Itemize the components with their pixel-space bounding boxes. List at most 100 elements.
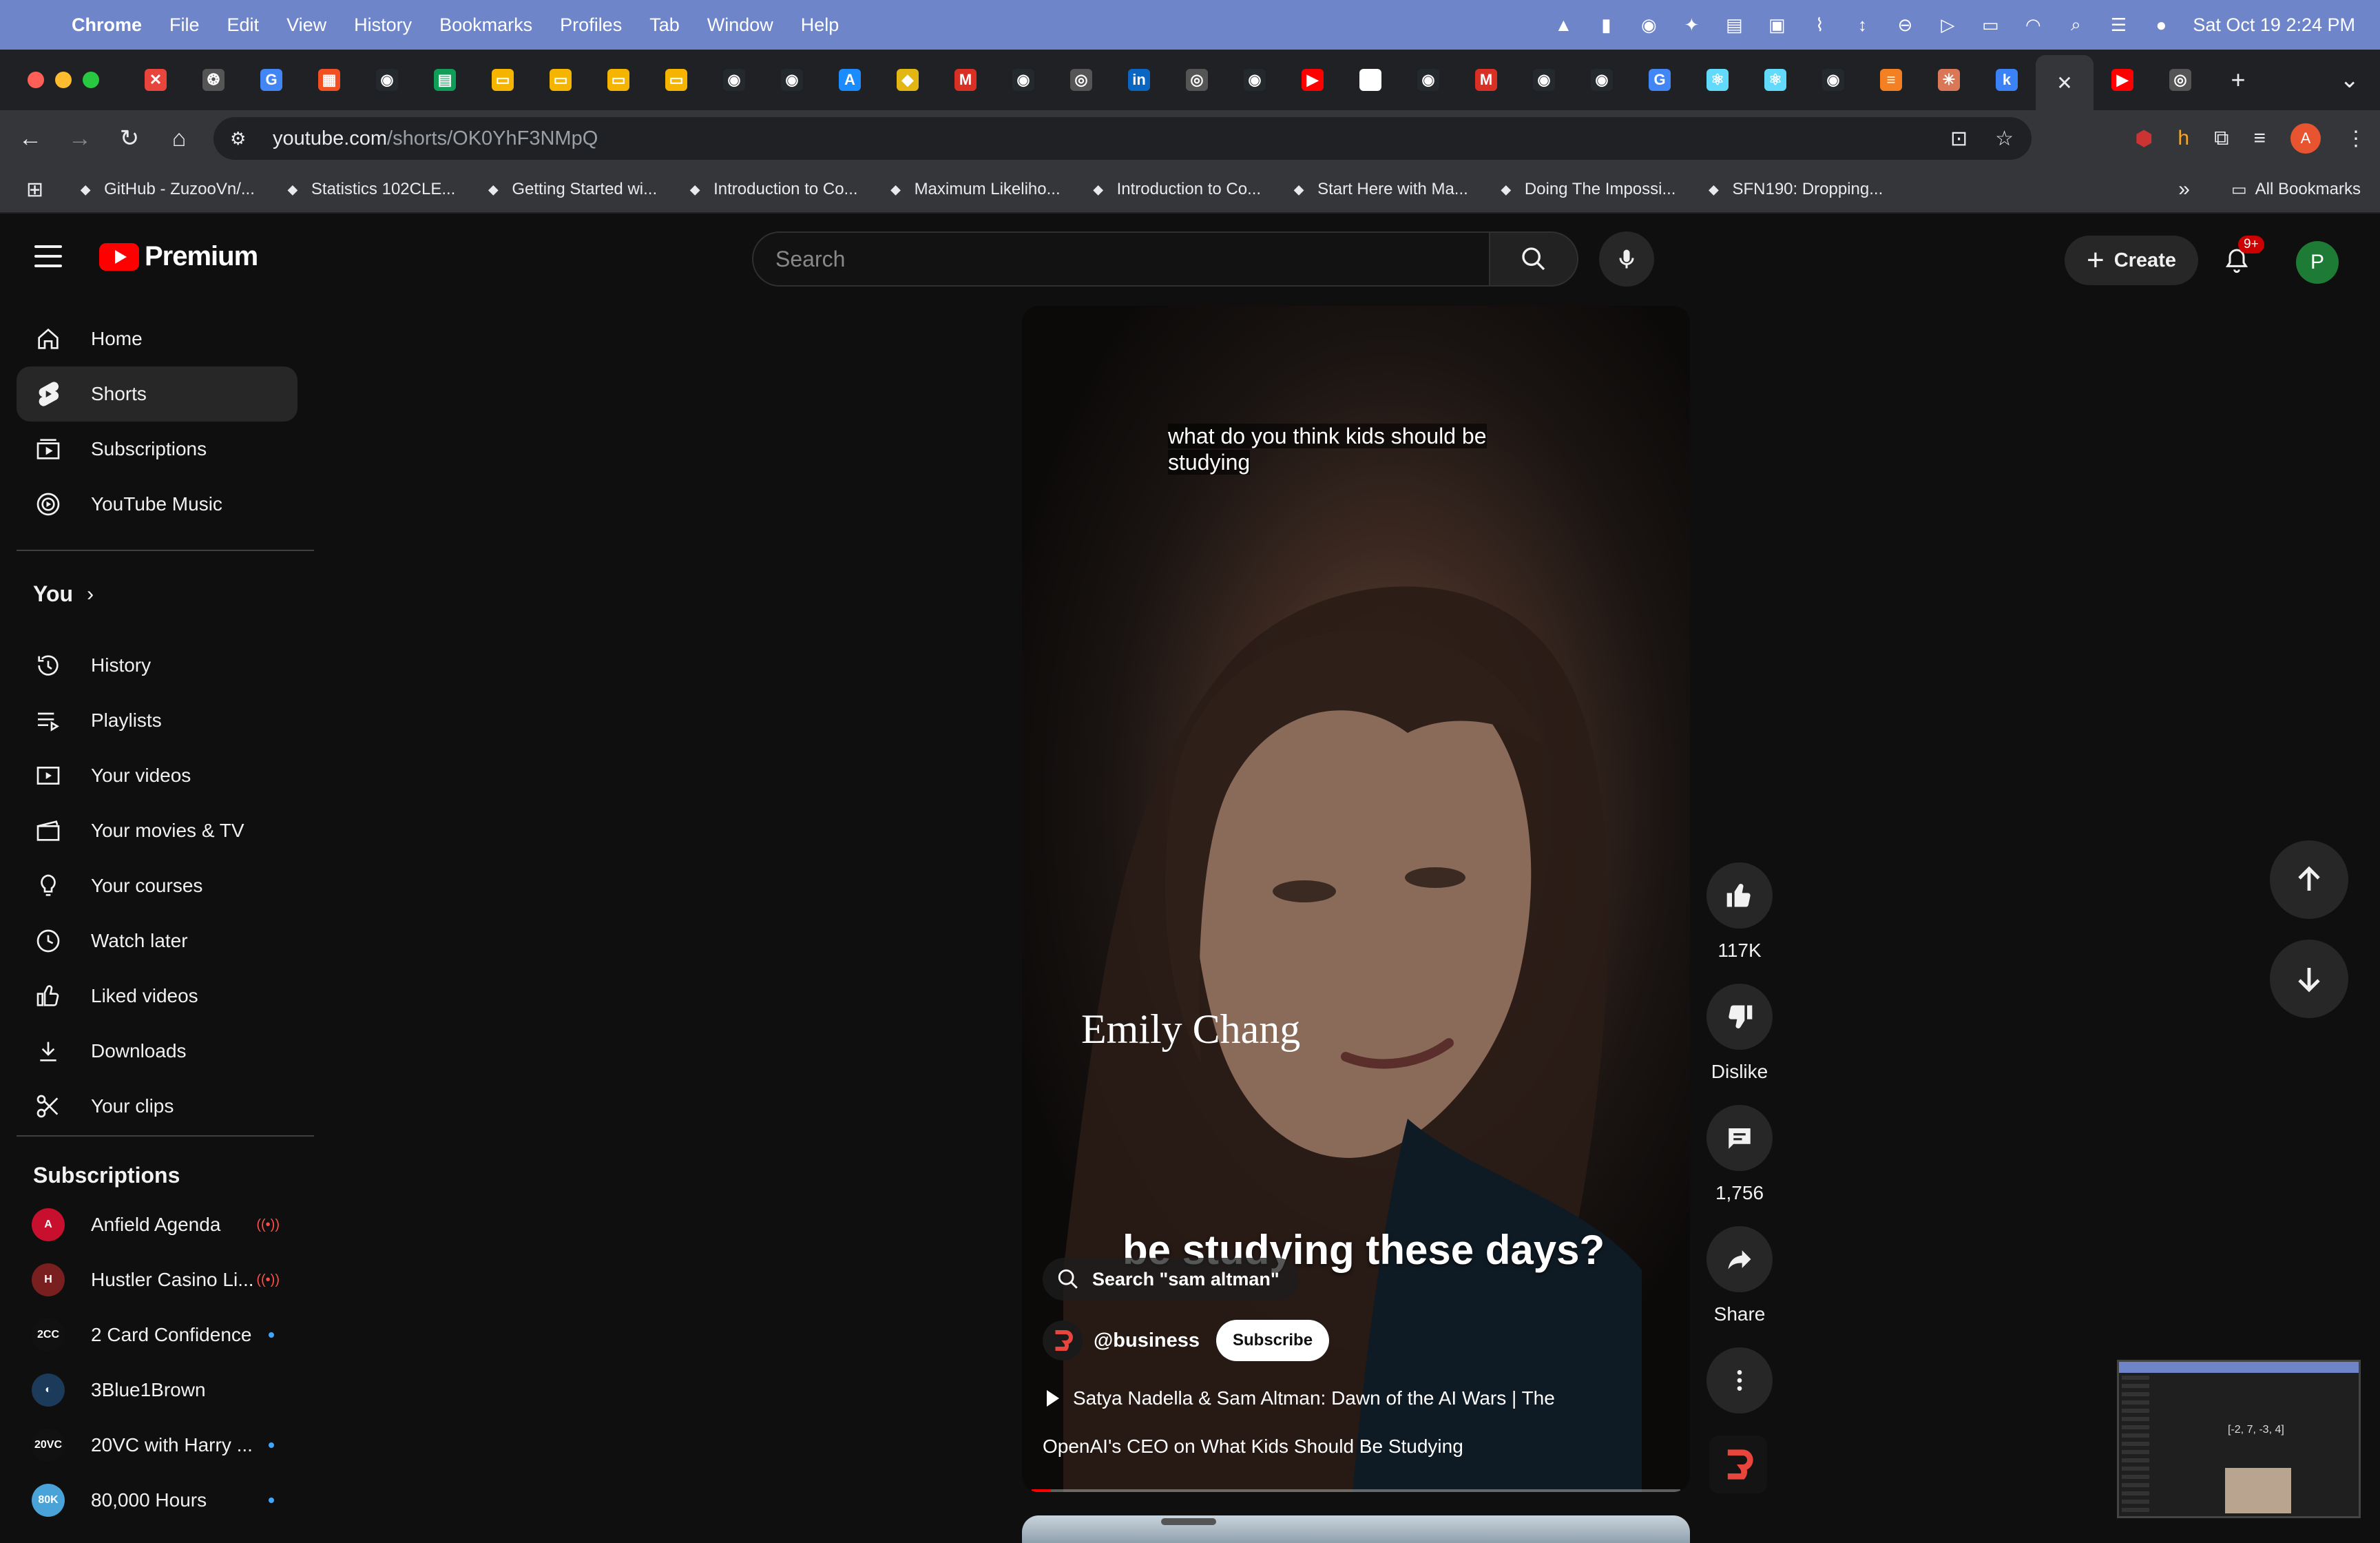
site-info-icon[interactable]: ⚙ [230, 128, 258, 149]
bookmark-item[interactable]: ◆ Introduction to Co... [1088, 179, 1261, 200]
tab[interactable]: ≡ [1862, 56, 1920, 104]
extensions-puzzle-icon[interactable]: ⧉ [2214, 127, 2228, 150]
bookmark-item[interactable]: ◆ Getting Started wi... [483, 179, 657, 200]
tab[interactable]: ❂ [185, 56, 242, 104]
tab[interactable]: ◎ [1052, 56, 1110, 104]
tab[interactable]: ◉ [1573, 56, 1631, 104]
tab[interactable]: ◉ [1399, 56, 1457, 104]
reload-button[interactable]: ↻ [105, 114, 154, 163]
sidebar-item-home[interactable]: Home [17, 311, 298, 366]
spotlight-search-icon[interactable]: ⌕ [2065, 14, 2087, 36]
tab[interactable]: ◉ [1515, 56, 1573, 104]
sidebar-item-history[interactable]: History [17, 638, 298, 693]
related-video-link[interactable]: Satya Nadella & Sam Altman: Dawn of the … [1047, 1387, 1555, 1409]
address-bar[interactable]: ⚙ youtube.com/shorts/OK0YhF3NMpQ ⊡ ☆ [213, 117, 2032, 160]
active-tab[interactable]: ✕ [2036, 55, 2094, 110]
bookmark-item[interactable]: ◆ Doing The Impossi... [1496, 179, 1676, 200]
like-button[interactable]: 117K [1705, 862, 1774, 962]
tab[interactable]: ✕ [127, 56, 185, 104]
vectorworks-icon[interactable]: ▲ [1552, 14, 1574, 36]
menubar-clock[interactable]: Sat Oct 19 2:24 PM [2193, 14, 2355, 36]
apps-grid-icon[interactable]: ⊞ [26, 178, 43, 202]
subscribe-button[interactable]: Subscribe [1216, 1320, 1330, 1361]
close-window-button[interactable] [28, 72, 44, 88]
bookmarks-overflow-button[interactable]: » [2178, 178, 2190, 201]
tab[interactable]: ⚛ [1689, 56, 1746, 104]
tab[interactable]: ▭ [647, 56, 705, 104]
search-button[interactable] [1490, 231, 1578, 287]
tab[interactable]: ◉ [1226, 56, 1284, 104]
bookmark-item[interactable]: ◆ Start Here with Ma... [1288, 179, 1468, 200]
profile-avatar[interactable]: A [2290, 123, 2321, 154]
minimize-window-button[interactable] [55, 72, 72, 88]
control-center-icon[interactable]: ☰ [2107, 14, 2129, 36]
sidebar-item-liked-videos[interactable]: Liked videos [17, 969, 298, 1024]
progress-bar[interactable] [1032, 1489, 1680, 1492]
app-menu-chrome[interactable]: Chrome [72, 14, 142, 36]
tab[interactable]: ▤ [416, 56, 474, 104]
ublock-icon[interactable]: ⬢ [2135, 127, 2153, 151]
forward-button[interactable]: → [55, 114, 105, 163]
honey-icon[interactable]: h [2178, 127, 2189, 150]
tab[interactable]: ▦ [300, 56, 358, 104]
paperclip-icon[interactable]: ⌇ [1808, 14, 1830, 36]
sidebar-item-downloads[interactable]: Downloads [17, 1024, 298, 1079]
zoom-icon[interactable]: ◉ [1638, 14, 1660, 36]
tab[interactable]: in [1110, 56, 1168, 104]
bookmark-item[interactable]: ◆ Introduction to Co... [685, 179, 857, 200]
menu-help[interactable]: Help [801, 14, 839, 36]
all-bookmarks-button[interactable]: ▭ All Bookmarks [2231, 180, 2361, 200]
sidebar-item-shorts[interactable]: Shorts [17, 366, 298, 422]
play-circle-icon[interactable]: ▷ [1937, 14, 1959, 36]
bookmark-item[interactable]: ◆ Maximum Likeliho... [886, 179, 1061, 200]
subscription-item-20vc[interactable]: 20VC 20VC with Harry ... [17, 1418, 298, 1473]
channel-avatar[interactable] [1043, 1321, 1083, 1360]
dislike-button[interactable]: Dislike [1705, 984, 1774, 1083]
battery-icon[interactable]: ▭ [1979, 14, 2001, 36]
shorts-player[interactable]: what do you think kids should be studyin… [1022, 306, 1690, 1492]
istat-icon[interactable]: ▮ [1595, 14, 1617, 36]
sidebar-item-your-videos[interactable]: Your videos [17, 748, 298, 803]
sync-icon[interactable]: ↕ [1851, 14, 1873, 36]
tool-icon[interactable]: ✦ [1680, 14, 1702, 36]
tab[interactable]: ◉ [994, 56, 1052, 104]
menu-window[interactable]: Window [707, 14, 773, 36]
subscription-item-2-card-confidence[interactable]: 2CC 2 Card Confidence [17, 1307, 298, 1363]
voice-search-button[interactable] [1599, 231, 1654, 287]
tab[interactable]: G [1631, 56, 1689, 104]
zoom-window-button[interactable] [83, 72, 99, 88]
previous-short-button[interactable] [2270, 840, 2348, 919]
tab[interactable]: ◉ [1804, 56, 1862, 104]
menu-profiles[interactable]: Profiles [560, 14, 622, 36]
share-button[interactable]: Share [1705, 1226, 1774, 1325]
tab[interactable]: G [242, 56, 300, 104]
tab[interactable]: k [1978, 56, 2036, 104]
image-capture-icon[interactable]: ▣ [1766, 14, 1788, 36]
comments-button[interactable]: 1,756 [1705, 1105, 1774, 1204]
sidebar-item-playlists[interactable]: Playlists [17, 693, 298, 748]
menu-tab[interactable]: Tab [649, 14, 680, 36]
tab[interactable]: ◎ [2151, 56, 2209, 104]
bookmark-item[interactable]: ◆ Statistics 102CLE... [282, 179, 455, 200]
youtube-premium-logo[interactable]: Premium [99, 241, 258, 272]
bookmark-item[interactable]: ◆ SFN190: Dropping... [1703, 179, 1883, 200]
sidebar-item-youtube-music[interactable]: YouTube Music [17, 477, 298, 532]
tab[interactable]: M [937, 56, 994, 104]
sound-source-thumbnail[interactable] [1709, 1436, 1767, 1493]
tab[interactable]: ✳ [1920, 56, 1978, 104]
tab[interactable]: ◆ [879, 56, 937, 104]
subscription-item-hustler-casino[interactable]: H Hustler Casino Li... ((•)) [17, 1252, 298, 1307]
next-short-preview[interactable] [1022, 1515, 1690, 1543]
install-app-icon[interactable]: ⊡ [1950, 127, 1967, 151]
bookmark-item[interactable]: ◆ GitHub - ZuzooVn/... [75, 179, 255, 200]
short-title[interactable]: OpenAI's CEO on What Kids Should Be Stud… [1043, 1436, 1463, 1458]
search-suggestion-chip[interactable]: Search "sam altman" [1043, 1258, 1299, 1301]
menu-file[interactable]: File [169, 14, 200, 36]
focus-icon[interactable]: ⊖ [1894, 14, 1916, 36]
home-button[interactable]: ⌂ [154, 114, 204, 163]
drag-handle[interactable] [1161, 1518, 1216, 1525]
tab[interactable]: ◎ [1168, 56, 1226, 104]
back-button[interactable]: ← [6, 114, 55, 163]
clipboard-icon[interactable]: ▤ [1723, 14, 1745, 36]
sidebar-item-your-clips[interactable]: Your clips [17, 1079, 298, 1134]
